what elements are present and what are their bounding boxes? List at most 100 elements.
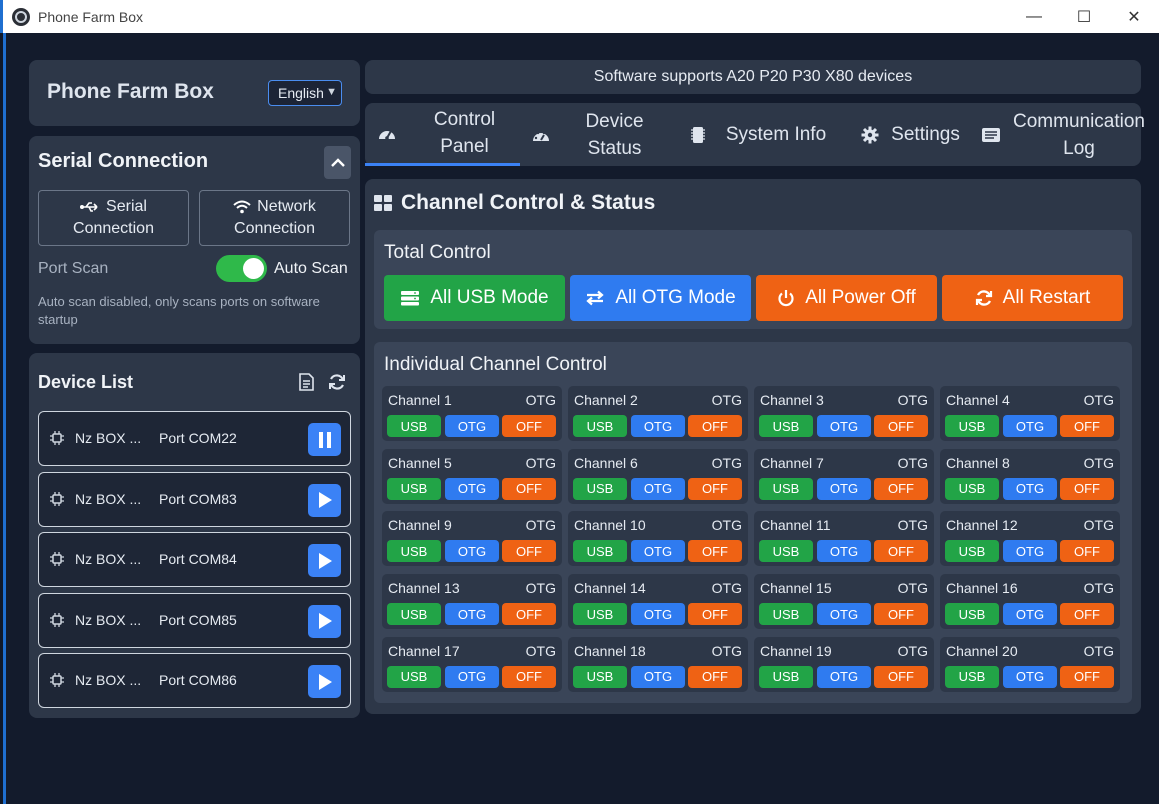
channel-off-button[interactable]: OFF [688, 415, 742, 437]
channel-off-button[interactable]: OFF [874, 665, 928, 688]
channel-usb-button[interactable]: USB [759, 415, 813, 437]
channel-usb-button[interactable]: USB [759, 665, 813, 688]
channel-mode: OTG [897, 517, 928, 534]
channel-otg-button[interactable]: OTG [1003, 665, 1057, 688]
channel-off-button[interactable]: OFF [1060, 665, 1114, 688]
device-play-button[interactable] [308, 604, 341, 638]
channel-usb-button[interactable]: USB [387, 415, 441, 437]
channel-otg-button[interactable]: OTG [817, 603, 871, 626]
device-pause-button[interactable] [308, 423, 341, 456]
minimize-button[interactable]: — [1009, 0, 1059, 33]
channel-usb-button[interactable]: USB [573, 603, 627, 626]
tab-control-panel[interactable]: Control Panel [365, 103, 520, 166]
tab-settings[interactable]: Settings [845, 103, 960, 166]
channel-usb-button[interactable]: USB [945, 540, 999, 563]
channel-name: Channel 5 [388, 454, 452, 471]
channel-otg-button[interactable]: OTG [1003, 603, 1057, 626]
channel-usb-button[interactable]: USB [573, 415, 627, 437]
channel-off-button[interactable]: OFF [688, 665, 742, 688]
channel-off-button[interactable]: OFF [502, 603, 556, 626]
channel-otg-button[interactable]: OTG [817, 540, 871, 563]
channel-mode: OTG [897, 454, 928, 471]
channel-usb-button[interactable]: USB [945, 477, 999, 500]
all-power-off-button[interactable]: All Power Off [756, 275, 937, 321]
channel-otg-button[interactable]: OTG [445, 540, 499, 563]
all-restart-button[interactable]: All Restart [942, 275, 1123, 321]
channel-off-button[interactable]: OFF [1060, 603, 1114, 626]
tab-system-info[interactable]: System Info [675, 103, 835, 166]
channel-usb-button[interactable]: USB [945, 415, 999, 437]
channel-off-button[interactable]: OFF [502, 540, 556, 563]
channel-otg-button[interactable]: OTG [631, 540, 685, 563]
channel-usb-button[interactable]: USB [945, 665, 999, 688]
device-item[interactable]: Nz BOX ... Port COM84 [38, 532, 351, 587]
all-usb-mode-button[interactable]: All USB Mode [384, 275, 565, 321]
channel-otg-button[interactable]: OTG [1003, 477, 1057, 500]
channel-otg-button[interactable]: OTG [445, 665, 499, 688]
network-connection-button[interactable]: Network Connection [199, 190, 350, 246]
tab-communication-log[interactable]: Communication Log [965, 103, 1145, 166]
channel-name: Channel 16 [946, 580, 1018, 597]
channel-otg-button[interactable]: OTG [1003, 415, 1057, 437]
maximize-button[interactable]: ☐ [1059, 0, 1109, 33]
channel-off-button[interactable]: OFF [1060, 415, 1114, 437]
close-button[interactable]: ✕ [1109, 0, 1159, 33]
channel-usb-button[interactable]: USB [759, 603, 813, 626]
device-play-button[interactable] [308, 665, 341, 698]
channel-otg-button[interactable]: OTG [445, 603, 499, 626]
device-name: Nz BOX ... [75, 672, 142, 688]
channel-otg-button[interactable]: OTG [631, 477, 685, 500]
total-control-title: Total Control [384, 242, 491, 263]
channel-mode: OTG [1083, 454, 1114, 471]
restart-icon [975, 289, 993, 307]
device-item[interactable]: Nz BOX ... Port COM86 [38, 653, 351, 708]
port-scan-label: Port Scan [38, 260, 109, 277]
device-item[interactable]: Nz BOX ... Port COM22 [38, 411, 351, 466]
all-otg-mode-button[interactable]: All OTG Mode [570, 275, 751, 321]
channel-off-button[interactable]: OFF [874, 540, 928, 563]
channel-usb-button[interactable]: USB [387, 665, 441, 688]
channel-off-button[interactable]: OFF [874, 415, 928, 437]
channel-off-button[interactable]: OFF [1060, 477, 1114, 500]
channel-otg-button[interactable]: OTG [631, 665, 685, 688]
power-icon [777, 289, 795, 307]
channel-usb-button[interactable]: USB [387, 540, 441, 563]
language-select[interactable]: English ▼ [268, 80, 342, 106]
channel-off-button[interactable]: OFF [874, 603, 928, 626]
channel-otg-button[interactable]: OTG [817, 477, 871, 500]
document-icon[interactable] [299, 373, 314, 391]
channel-usb-button[interactable]: USB [573, 540, 627, 563]
channel-off-button[interactable]: OFF [688, 540, 742, 563]
channel-otg-button[interactable]: OTG [445, 477, 499, 500]
channel-usb-button[interactable]: USB [759, 477, 813, 500]
tab-device-status[interactable]: Device Status [521, 103, 666, 166]
channel-off-button[interactable]: OFF [502, 415, 556, 437]
channel-otg-button[interactable]: OTG [445, 415, 499, 437]
collapse-button[interactable] [324, 146, 351, 179]
channel-usb-button[interactable]: USB [387, 603, 441, 626]
channel-off-button[interactable]: OFF [1060, 540, 1114, 563]
channel-usb-button[interactable]: USB [573, 665, 627, 688]
serial-connection-button[interactable]: Serial Connection [38, 190, 189, 246]
channel-off-button[interactable]: OFF [502, 665, 556, 688]
refresh-icon[interactable] [328, 373, 346, 391]
channel-off-button[interactable]: OFF [688, 477, 742, 500]
device-item[interactable]: Nz BOX ... Port COM85 [38, 592, 351, 648]
channel-usb-button[interactable]: USB [387, 477, 441, 500]
channel-usb-button[interactable]: USB [759, 540, 813, 563]
channel-off-button[interactable]: OFF [688, 603, 742, 626]
channel-otg-button[interactable]: OTG [817, 665, 871, 688]
channel-off-button[interactable]: OFF [874, 477, 928, 500]
channel-otg-button[interactable]: OTG [631, 603, 685, 626]
auto-scan-toggle[interactable] [216, 255, 267, 282]
channel-usb-button[interactable]: USB [945, 603, 999, 626]
channel-card: Channel 5 OTG USB OTG OFF [382, 448, 562, 504]
channel-otg-button[interactable]: OTG [631, 415, 685, 437]
device-play-button[interactable] [308, 483, 341, 517]
device-play-button[interactable] [308, 544, 341, 577]
channel-otg-button[interactable]: OTG [817, 415, 871, 437]
device-item[interactable]: Nz BOX ... Port COM83 [38, 471, 351, 527]
channel-usb-button[interactable]: USB [573, 477, 627, 500]
channel-off-button[interactable]: OFF [502, 477, 556, 500]
channel-otg-button[interactable]: OTG [1003, 540, 1057, 563]
